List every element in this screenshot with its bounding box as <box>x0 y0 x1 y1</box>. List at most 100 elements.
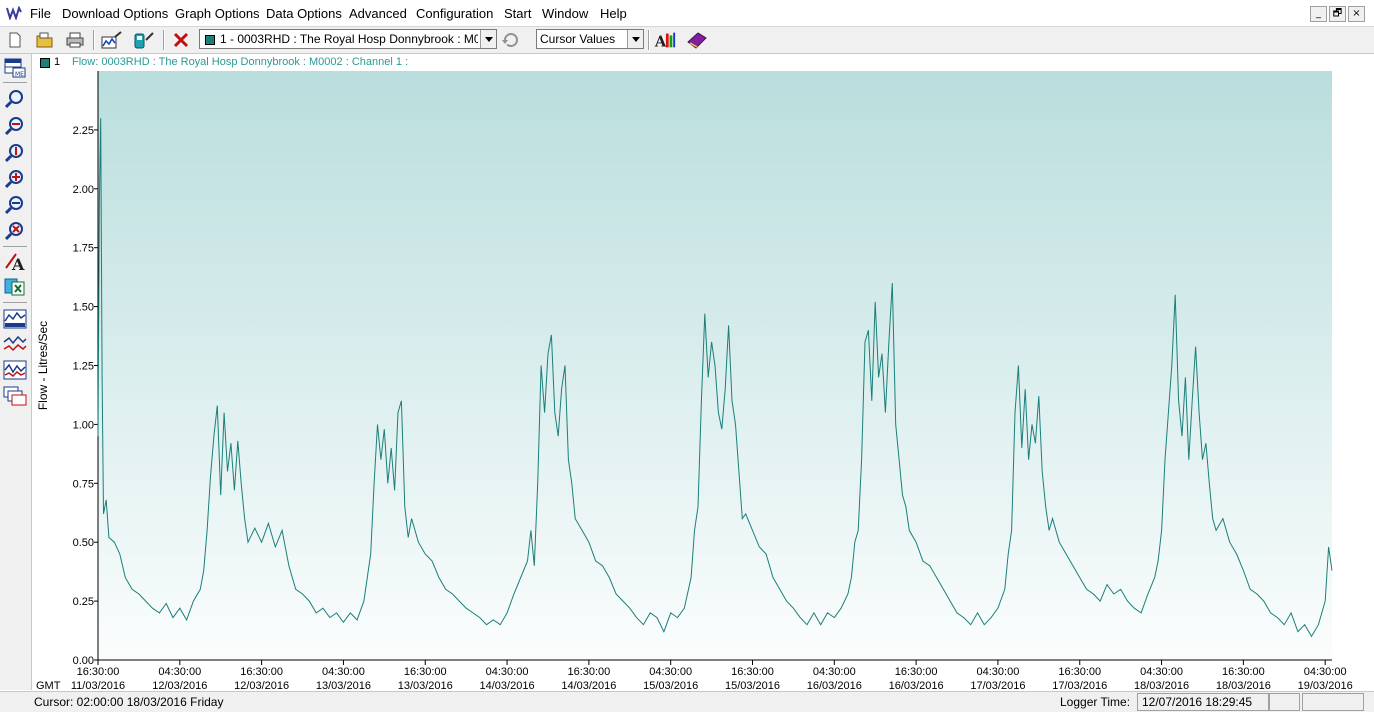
x-tick-label-time: 16:30:00 <box>240 666 283 678</box>
x-tick-label-time: 04:30:00 <box>649 666 692 678</box>
font-colors-icon[interactable]: A <box>654 29 676 51</box>
x-tick-label-date: 14/03/2016 <box>480 680 535 690</box>
menu-start[interactable]: Start <box>504 6 531 21</box>
y-tick-label: 1.25 <box>73 361 94 373</box>
multi-graph-icon[interactable] <box>3 333 27 355</box>
sidebar-separator <box>3 246 27 247</box>
x-tick-label-date: 15/03/2016 <box>725 680 780 690</box>
y-tick-label: 1.50 <box>73 302 94 314</box>
graph-type-icon[interactable] <box>3 308 27 330</box>
toolbar: 1 - 0003RHD : The Royal Hosp Donnybrook … <box>0 27 1374 54</box>
zoom-in-horizontal-icon[interactable] <box>3 115 27 137</box>
menu-file[interactable]: File <box>30 6 51 21</box>
zoom-in-vertical-icon[interactable] <box>3 142 27 164</box>
open-folder-icon[interactable] <box>34 29 56 51</box>
graph-window: 1 Flow: 0003RHD : The Royal Hosp Donnybr… <box>32 54 1364 690</box>
x-tick-label-time: 04:30:00 <box>322 666 365 678</box>
y-tick-label: 1.00 <box>73 419 94 431</box>
delete-x-icon[interactable] <box>170 29 192 51</box>
menu-configuration[interactable]: Configuration <box>416 6 493 21</box>
chevron-down-icon[interactable] <box>480 30 496 48</box>
x-tick-label-date: 13/03/2016 <box>398 680 453 690</box>
x-tick-label-date: 18/03/2016 <box>1134 680 1189 690</box>
x-tick-label-date: 16/03/2016 <box>889 680 944 690</box>
logger-time-label: Logger Time: <box>1060 695 1131 709</box>
new-file-icon[interactable] <box>4 29 26 51</box>
x-tick-label-time: 16:30:00 <box>1058 666 1101 678</box>
status-panel <box>1268 693 1300 711</box>
refresh-icon[interactable] <box>500 29 522 51</box>
status-panel <box>1302 693 1364 711</box>
status-bar: Cursor: 02:00:00 18/03/2016 Friday Logge… <box>0 691 1374 712</box>
x-tick-label-time: 16:30:00 <box>731 666 774 678</box>
menu-help[interactable]: Help <box>600 6 627 21</box>
zoom-out-icon[interactable] <box>3 194 27 216</box>
channel-color-swatch <box>205 35 215 45</box>
x-tick-label-date: 17/03/2016 <box>970 680 1025 690</box>
x-axis: 16:30:00 11/03/2016 04:30:00 12/03/2016 16:3… <box>71 659 1353 690</box>
x-tick-label-time: 04:30:00 <box>1140 666 1183 678</box>
text-annotation-icon[interactable]: A <box>3 251 27 273</box>
y-axis: 0.000.250.500.751.001.251.501.752.002.25 <box>73 71 99 667</box>
x-tick-label-time: 04:30:00 <box>977 666 1020 678</box>
menu-data-options[interactable]: Data Options <box>266 6 342 21</box>
restore-button[interactable]: 🗗 <box>1329 6 1346 22</box>
stacked-graph-icon[interactable] <box>3 385 27 407</box>
graph-wand-icon[interactable] <box>101 29 123 51</box>
zoom-icon[interactable] <box>3 88 27 110</box>
menu-graph-options[interactable]: Graph Options <box>175 6 260 21</box>
channel-select-value: 1 - 0003RHD : The Royal Hosp Donnybrook … <box>220 32 478 46</box>
toolbar-separator <box>648 30 650 50</box>
sidebar-separator <box>3 82 27 83</box>
x-tick-label-time: 16:30:00 <box>567 666 610 678</box>
x-tick-label-time: 16:30:00 <box>1222 666 1265 678</box>
menu-advanced[interactable]: Advanced <box>349 6 407 21</box>
view-mode-value: Cursor Values <box>540 32 616 46</box>
y-tick-label: 2.25 <box>73 125 94 137</box>
data-table-icon[interactable]: ME <box>3 57 27 79</box>
zoom-reset-icon[interactable] <box>3 220 27 242</box>
svg-text:ME: ME <box>15 71 24 78</box>
y-axis-label: Flow - Litres/Sec <box>36 321 50 410</box>
channel-select[interactable]: 1 - 0003RHD : The Royal Hosp Donnybrook … <box>199 29 497 49</box>
svg-text:A: A <box>654 33 667 50</box>
y-tick-label: 0.25 <box>73 596 94 608</box>
menu-bar: File Download Options Graph Options Data… <box>0 0 1374 27</box>
menu-window[interactable]: Window <box>542 6 588 21</box>
minimize-button[interactable]: _ <box>1310 6 1327 22</box>
x-tick-label-date: 13/03/2016 <box>316 680 371 690</box>
y-tick-label: 1.75 <box>73 243 94 255</box>
x-tick-label-time: 04:30:00 <box>158 666 201 678</box>
app-icon[interactable] <box>6 5 22 22</box>
x-tick-label-date: 17/03/2016 <box>1052 680 1107 690</box>
overlay-graph-icon[interactable] <box>3 359 27 381</box>
x-tick-label-date: 18/03/2016 <box>1216 680 1271 690</box>
x-tick-label-time: 16:30:00 <box>404 666 447 678</box>
x-tick-label-time: 04:30:00 <box>486 666 529 678</box>
toolbar-separator <box>93 30 95 50</box>
x-tick-label-date: 14/03/2016 <box>561 680 616 690</box>
x-tick-label-date: 11/03/2016 <box>71 680 125 690</box>
y-tick-label: 0.50 <box>73 537 94 549</box>
flow-chart[interactable]: 0.000.250.500.751.001.251.501.752.002.25… <box>32 54 1364 690</box>
cursor-status: Cursor: 02:00:00 18/03/2016 Friday <box>34 695 224 709</box>
x-tick-label-date: 16/03/2016 <box>807 680 862 690</box>
sidebar-separator <box>3 302 27 303</box>
zoom-in-icon[interactable] <box>3 168 27 190</box>
y-tick-label: 2.00 <box>73 184 94 196</box>
close-window-button[interactable]: × <box>1348 6 1365 22</box>
toolbar-separator <box>163 30 165 50</box>
x-tick-label-date: 12/03/2016 <box>152 680 207 690</box>
print-icon[interactable] <box>64 29 86 51</box>
help-book-icon[interactable] <box>686 29 708 51</box>
timezone-label: GMT <box>36 680 61 690</box>
view-mode-select[interactable]: Cursor Values <box>536 29 644 49</box>
x-tick-label-time: 04:30:00 <box>1304 666 1347 678</box>
x-tick-label-date: 19/03/2016 <box>1298 680 1353 690</box>
x-tick-label-time: 16:30:00 <box>895 666 938 678</box>
x-tick-label-time: 04:30:00 <box>813 666 856 678</box>
logger-wand-icon[interactable] <box>133 29 155 51</box>
excel-export-icon[interactable] <box>3 276 27 298</box>
chevron-down-icon[interactable] <box>627 30 643 48</box>
menu-download-options[interactable]: Download Options <box>62 6 168 21</box>
